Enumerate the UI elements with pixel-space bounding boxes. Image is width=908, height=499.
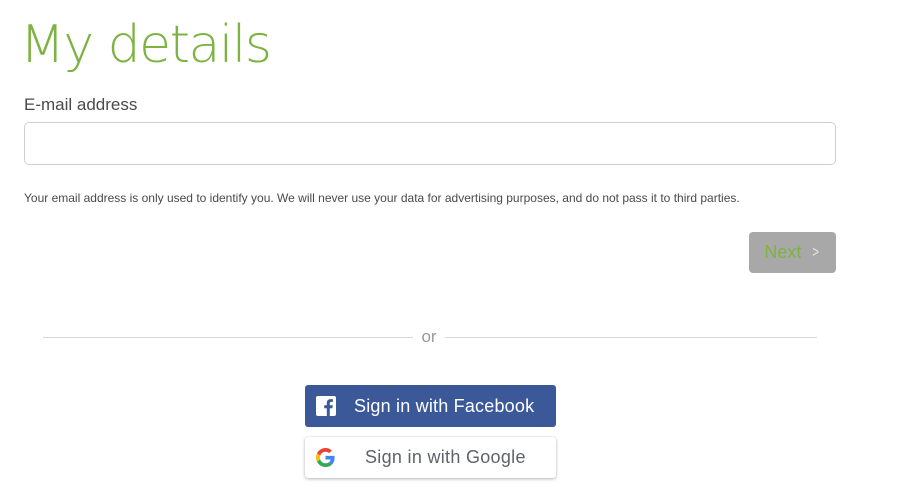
next-button[interactable]: Next > bbox=[749, 232, 836, 273]
google-signin-label: Sign in with Google bbox=[365, 447, 526, 467]
google-signin-button[interactable]: Sign in with Google bbox=[305, 437, 556, 478]
chevron-right-icon: > bbox=[812, 243, 820, 261]
facebook-signin-label: Sign in with Facebook bbox=[354, 396, 535, 416]
facebook-icon bbox=[316, 396, 336, 416]
next-button-label: Next bbox=[764, 242, 802, 262]
divider-or-text: or bbox=[421, 327, 437, 346]
privacy-note: Your email address is only used to ident… bbox=[24, 191, 740, 205]
email-label: E-mail address bbox=[24, 95, 138, 114]
google-icon bbox=[316, 448, 335, 467]
email-field[interactable] bbox=[24, 122, 836, 165]
page-title: My details bbox=[20, 15, 272, 75]
facebook-signin-button[interactable]: Sign in with Facebook bbox=[305, 385, 556, 427]
divider-line-left bbox=[43, 337, 413, 338]
divider-line-right bbox=[445, 337, 817, 338]
